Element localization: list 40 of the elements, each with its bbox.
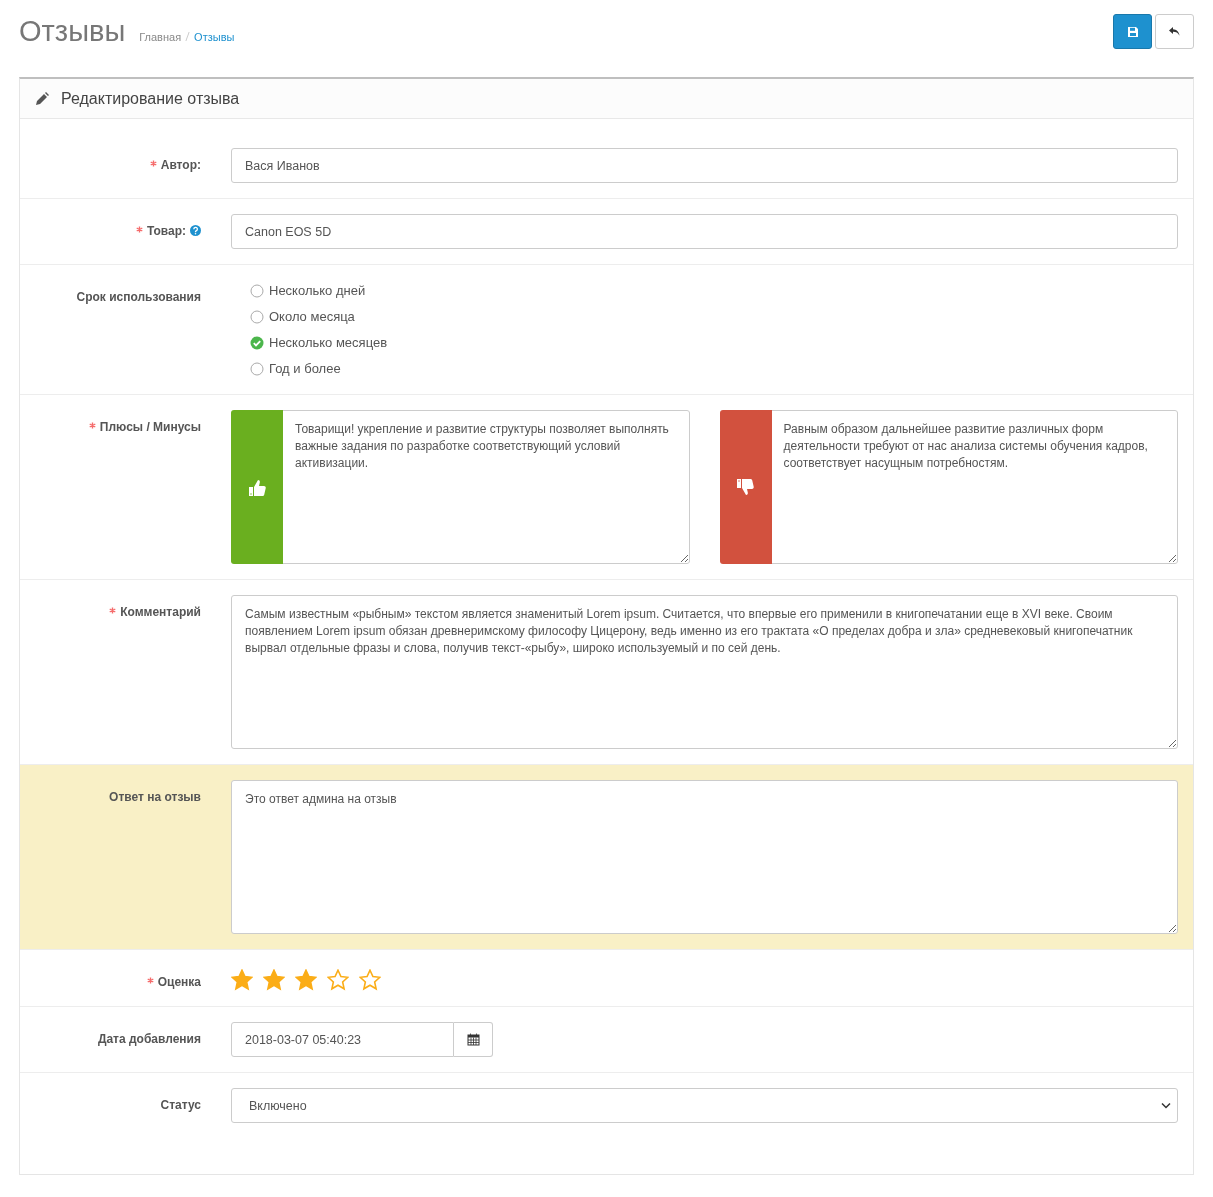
filled-star-icon	[263, 969, 285, 991]
field-label: Комментарий	[120, 605, 201, 619]
field-label: Товар:	[146, 224, 186, 238]
field-label: Оценка	[157, 975, 201, 989]
pencil-icon	[35, 91, 49, 106]
thumbs-up-icon	[247, 477, 267, 497]
field-label: Срок использования	[76, 290, 201, 304]
radio-option[interactable]: Несколько месяцев	[250, 335, 1178, 350]
radio-option[interactable]: Несколько дней	[250, 283, 1178, 298]
cons-field[interactable]: Равным образом дальнейшее развитие различных форм деятельности требуют от нас анализа системы обучения кадров, соответствует насущным потребностям.	[771, 410, 1178, 564]
text-area[interactable]: Самым известным «рыбным» текстом является знаменитый Lorem ipsum. Считается, что впервые его применили в книгопечатании еще в XVI веке. Своим появлением Lorem ipsum обязан древнеримскому философу Цицерону, ведь именно из его трактата «О пределах добра и зла» средневековый книгопечатник вырвал отдельные фразы и слова, получив текст-«рыбу», широко используемый и по сей день.	[231, 595, 1178, 749]
empty-star-icon	[359, 969, 381, 991]
panel-title: Редактирование отзыва	[61, 89, 240, 108]
calendar-icon	[466, 1033, 480, 1046]
breadcrumb-link[interactable]: Отзывы	[194, 31, 235, 43]
thumbs-down-icon	[736, 477, 755, 497]
chevron-down-icon	[1161, 1102, 1171, 1109]
page-title: Отзывы	[19, 15, 126, 48]
field-label: Плюсы / Минусы	[99, 420, 201, 434]
status-select[interactable]: Включено	[231, 1088, 1178, 1123]
filled-star-icon	[295, 969, 317, 991]
pros-field[interactable]: Товарищи! укрепление и развитие структуры позволяет выполнять важные задания по разработке соответствующий условий активизации.	[283, 410, 690, 564]
reply-icon	[1168, 26, 1181, 37]
text-area[interactable]: Это ответ админа на отзыв	[231, 780, 1178, 934]
calendar-button[interactable]	[454, 1022, 493, 1057]
back-button[interactable]	[1155, 14, 1194, 49]
field-label: Дата добавления	[97, 1032, 201, 1046]
radio-option[interactable]: Около месяца	[250, 309, 1178, 324]
filled-star-icon	[231, 969, 253, 991]
breadcrumb-link[interactable]: Главная	[139, 31, 182, 43]
field-label: Автор:	[160, 158, 201, 172]
field-label: Статус	[160, 1098, 201, 1112]
field-label: Ответ на отзыв	[109, 790, 201, 804]
save-button[interactable]	[1113, 14, 1152, 49]
input-field[interactable]: Canon EOS 5D	[231, 214, 1178, 249]
save-icon	[1126, 25, 1139, 38]
date-field[interactable]: 2018-03-07 05:40:23	[231, 1022, 455, 1057]
input-field[interactable]: Вася Иванов	[231, 148, 1178, 183]
empty-star-icon	[327, 969, 349, 991]
radio-option[interactable]: Год и более	[250, 361, 1178, 376]
